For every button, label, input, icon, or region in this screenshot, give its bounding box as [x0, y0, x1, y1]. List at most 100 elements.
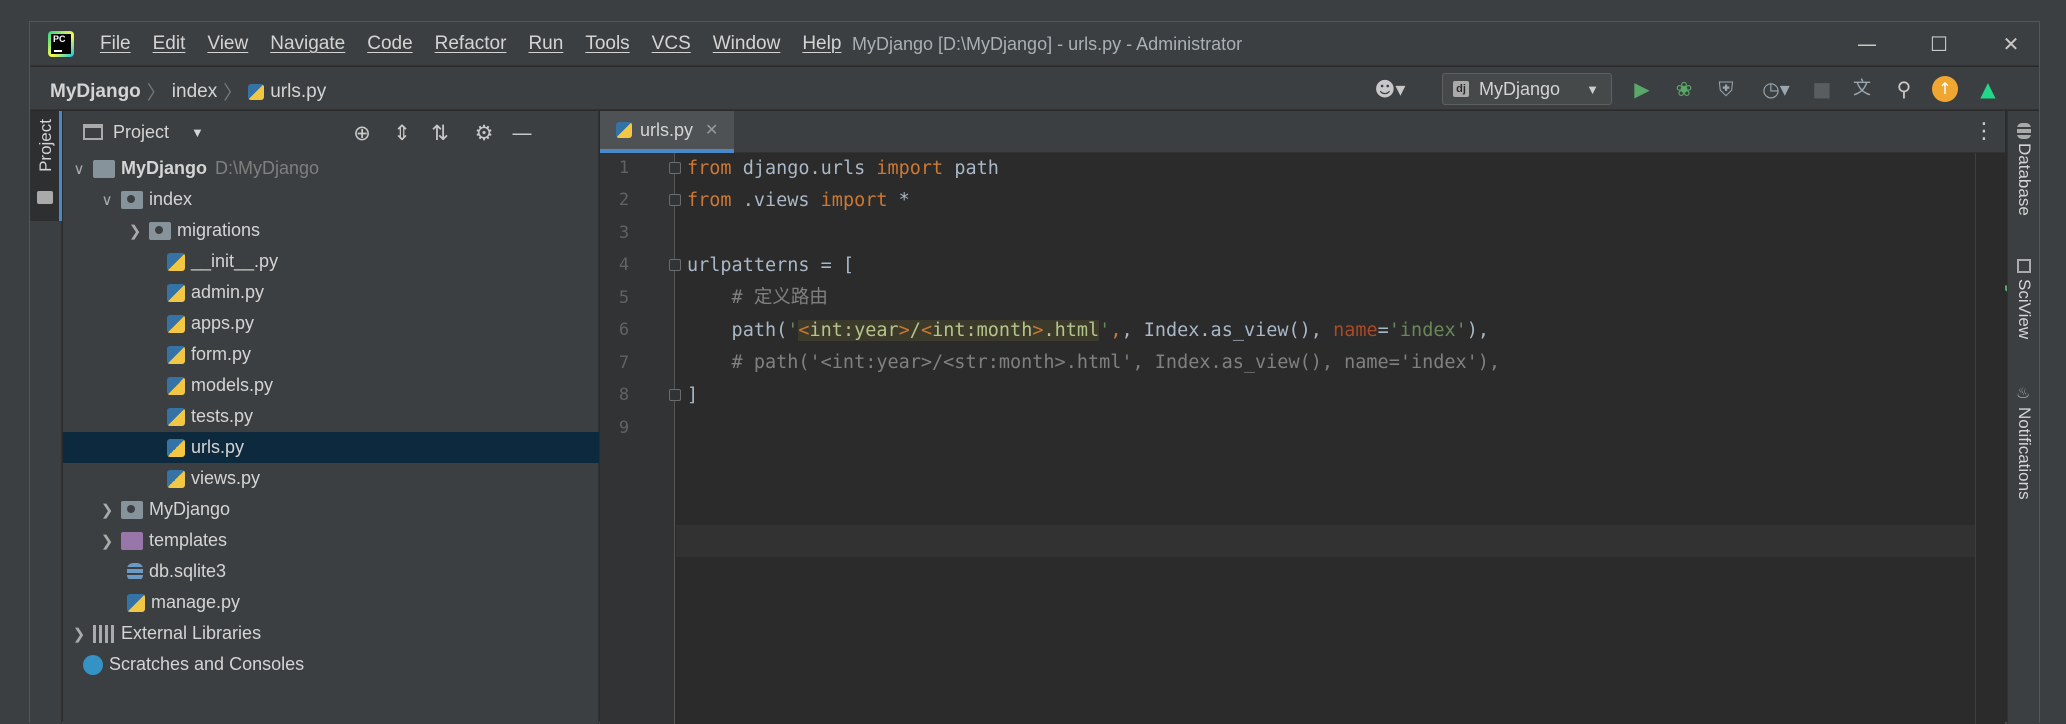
tab-label: urls.py: [640, 119, 694, 140]
debug-icon[interactable]: ❀: [1670, 75, 1698, 103]
tree-node-manage[interactable]: manage.py: [63, 587, 599, 618]
python-file-icon: [167, 345, 185, 364]
tab-urls-py[interactable]: urls.py ✕: [600, 111, 734, 153]
menu-tools[interactable]: Tools: [585, 33, 629, 55]
tree-node-form[interactable]: form.py: [63, 339, 599, 370]
code-line-8[interactable]: ]: [687, 380, 698, 412]
tree-node-label: Scratches and Consoles: [109, 654, 305, 674]
coverage-icon[interactable]: ⛨: [1712, 75, 1740, 103]
breadcrumb-project[interactable]: MyDjango: [50, 81, 141, 103]
code-line-7-comment[interactable]: # path('<int:year>/<str:month>.html', In…: [687, 347, 1501, 379]
tree-node-init[interactable]: __init__.py: [63, 246, 599, 277]
chevron-down-icon[interactable]: ∨: [69, 160, 89, 178]
breadcrumb: MyDjango 〉 index 〉 urls.py: [50, 78, 326, 105]
tree-node-apps[interactable]: apps.py: [63, 308, 599, 339]
notifications-tool-tab[interactable]: Notifications: [2014, 407, 2034, 500]
libraries-icon: [93, 624, 115, 643]
project-panel-title[interactable]: Project: [113, 122, 169, 143]
tree-node-migrations[interactable]: ❯ migrations: [63, 215, 599, 246]
tree-node-tests[interactable]: tests.py: [63, 401, 599, 432]
tree-node-admin[interactable]: admin.py: [63, 277, 599, 308]
chevron-right-icon[interactable]: ❯: [69, 625, 89, 643]
database-icon: [127, 562, 143, 581]
tree-node-scratches[interactable]: Scratches and Consoles: [63, 649, 599, 680]
fold-icon[interactable]: [669, 162, 681, 174]
stop-icon: ■: [1812, 77, 1832, 101]
breadcrumb-folder[interactable]: index: [172, 81, 217, 103]
fold-icon[interactable]: [669, 259, 681, 271]
menu-run[interactable]: Run: [528, 33, 563, 55]
chevron-right-icon[interactable]: ❯: [125, 222, 145, 240]
chevron-right-icon[interactable]: ❯: [97, 532, 117, 550]
run-icon[interactable]: ▶: [1628, 75, 1656, 103]
menu-vcs[interactable]: VCS: [652, 33, 691, 55]
tree-node-views[interactable]: views.py: [63, 463, 599, 494]
collapse-all-icon[interactable]: ⇅: [427, 121, 453, 145]
run-configuration-select[interactable]: dj MyDjango ▼: [1442, 73, 1612, 105]
project-tool-tab[interactable]: Project: [30, 111, 62, 221]
main-menu: File Edit View Navigate Code Refactor Ru…: [100, 33, 863, 55]
tree-node-label: views.py: [191, 468, 261, 488]
tree-node-mydjango-package[interactable]: ❯ MyDjango: [63, 494, 599, 525]
folder-icon: [37, 191, 53, 204]
code-line-6[interactable]: path('<int:year>/<int:month>.html',, Ind…: [687, 315, 1489, 347]
menu-help[interactable]: Help: [802, 33, 841, 55]
locate-icon[interactable]: ⊕: [349, 121, 375, 145]
chevron-down-icon[interactable]: ∨: [97, 191, 117, 209]
more-options-icon[interactable]: ⋮: [1973, 119, 1995, 144]
breadcrumb-file[interactable]: urls.py: [270, 81, 326, 103]
database-tool-tab[interactable]: Database: [2014, 143, 2034, 216]
fold-icon[interactable]: [669, 194, 681, 206]
tree-node-urls-selected[interactable]: urls.py: [63, 432, 599, 463]
maximize-icon[interactable]: ☐: [1919, 28, 1959, 60]
line-number: 6: [618, 320, 630, 340]
tree-node-label: index: [149, 189, 193, 209]
menu-navigate[interactable]: Navigate: [270, 33, 345, 55]
line-gutter: 1 2 3 4 5 6 7 8 9: [600, 153, 681, 724]
minimize-icon[interactable]: —: [1847, 28, 1887, 60]
python-file-icon: [248, 83, 265, 100]
tree-node-project-root[interactable]: ∨ MyDjango D:\MyDjango: [63, 153, 599, 184]
menu-view[interactable]: View: [207, 33, 248, 55]
close-tab-icon[interactable]: ✕: [705, 120, 718, 140]
menu-code[interactable]: Code: [367, 33, 412, 55]
tree-node-models[interactable]: models.py: [63, 370, 599, 401]
fold-icon[interactable]: [669, 389, 681, 401]
code-line-5-comment[interactable]: # 定义路由: [687, 282, 828, 314]
code-line-4[interactable]: urlpatterns = [: [687, 250, 854, 282]
editor-tab-bar: urls.py ✕ ⋮: [600, 111, 2005, 153]
database-icon: [2017, 123, 2031, 139]
package-folder-icon: [121, 500, 143, 519]
update-icon[interactable]: ↑: [1932, 76, 1958, 102]
menu-refactor[interactable]: Refactor: [435, 33, 507, 55]
python-file-icon: [167, 438, 185, 457]
code-line-1[interactable]: from django.urls import path: [687, 153, 999, 185]
tree-node-label: db.sqlite3: [149, 561, 227, 581]
tree-node-label: apps.py: [191, 313, 255, 333]
menu-edit[interactable]: Edit: [153, 33, 186, 55]
search-icon[interactable]: ⚲: [1890, 75, 1918, 103]
chevron-down-icon[interactable]: ▼: [191, 125, 204, 140]
translate-icon[interactable]: 文: [1848, 75, 1876, 103]
code-line-2[interactable]: from .views import *: [687, 185, 910, 217]
gear-icon[interactable]: ⚙: [471, 121, 497, 145]
editor-scrollbar[interactable]: [1975, 153, 2005, 724]
sciview-tool-tab[interactable]: SciView: [2014, 279, 2034, 339]
project-tab-label: Project: [36, 119, 55, 172]
close-icon[interactable]: ✕: [1991, 28, 2031, 60]
profile-icon[interactable]: ◷▾: [1754, 75, 1798, 103]
menu-file[interactable]: File: [100, 33, 131, 55]
menu-window[interactable]: Window: [713, 33, 781, 55]
line-number: 4: [618, 255, 630, 275]
plugin-icon[interactable]: ▲: [1974, 75, 2002, 103]
tree-node-templates[interactable]: ❯ templates: [63, 525, 599, 556]
expand-all-icon[interactable]: ⇕: [389, 121, 415, 145]
tree-node-db[interactable]: db.sqlite3: [63, 556, 599, 587]
chevron-right-icon[interactable]: ❯: [97, 501, 117, 519]
tree-node-external-libraries[interactable]: ❯ External Libraries: [63, 618, 599, 649]
line-number: 3: [618, 223, 630, 243]
bell-icon: ♨: [2016, 383, 2031, 402]
tree-node-index[interactable]: ∨ index: [63, 184, 599, 215]
hide-icon[interactable]: —: [509, 121, 535, 145]
user-icon[interactable]: ☻▾: [1365, 75, 1415, 103]
